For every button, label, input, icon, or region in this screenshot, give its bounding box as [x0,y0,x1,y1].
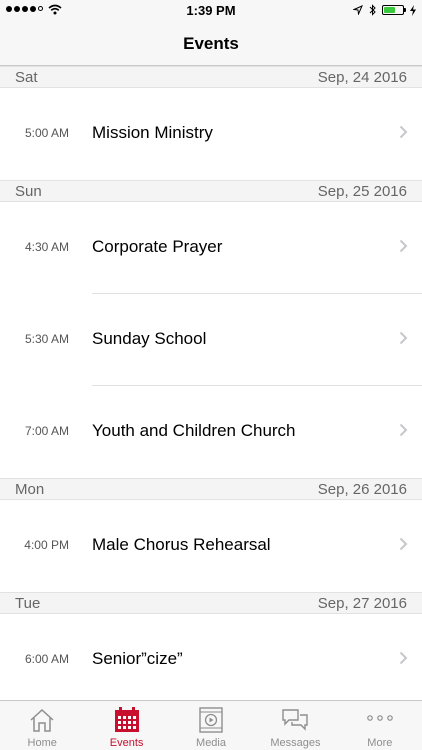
tab-label: Events [109,737,144,749]
location-arrow-icon [353,5,363,15]
navigation-bar: Events [0,22,422,66]
section-date: Sep, 24 2016 [317,69,407,86]
event-name: Corporate Prayer [92,237,223,256]
chevron-right-icon [399,125,408,144]
section-date: Sep, 27 2016 [317,595,407,612]
tab-events[interactable]: Events [84,701,168,750]
event-row[interactable]: 4:00 PM Male Chorus Rehearsal [0,500,422,592]
event-time: 7:00 AM [24,424,69,438]
event-time: 5:30 AM [24,332,69,346]
event-time: 6:00 AM [24,652,69,666]
event-time: 5:00 AM [24,126,69,140]
tab-messages[interactable]: Messages [253,701,337,750]
event-time: 4:00 PM [24,538,69,552]
event-row[interactable]: 5:30 AM Sunday School [0,294,422,386]
event-row[interactable]: 5:00 AM Mission Ministry [0,88,422,180]
charging-bolt-icon [410,4,416,16]
event-row[interactable]: 4:30 AM Corporate Prayer [0,202,422,294]
section-day: Sun [15,183,42,200]
section-day: Sat [15,69,38,86]
home-icon [30,708,54,732]
calendar-icon [114,707,139,732]
event-name: Mission Ministry [92,123,213,142]
chat-bubbles-icon [282,709,309,731]
section-day: Mon [15,481,45,498]
section-date: Sep, 26 2016 [317,481,407,498]
chevron-right-icon [399,537,408,556]
chevron-right-icon [399,331,408,350]
tab-bar: Home Events Media Messages More [0,700,422,750]
tab-home[interactable]: Home [0,701,84,750]
tab-label: Home [27,737,57,749]
page-title: Events [183,34,239,53]
chevron-right-icon [399,651,408,670]
event-row[interactable]: 6:00 AM Senior”cize” [0,614,422,706]
more-dots-icon [367,715,393,721]
status-bar: 1:39 PM [0,0,422,22]
battery-icon [382,5,406,15]
event-time: 4:30 AM [24,240,69,254]
section-day: Tue [15,595,41,612]
bluetooth-icon [369,4,376,16]
media-play-icon [199,707,223,733]
event-name: Sunday School [92,329,207,348]
chevron-right-icon [399,239,408,258]
tab-media[interactable]: Media [169,701,253,750]
tab-label: More [367,737,393,749]
chevron-right-icon [399,423,408,442]
event-name: Senior”cize” [92,649,183,668]
events-list[interactable]: Sat Sep, 24 2016 5:00 AM Mission Ministry Su… [0,66,422,706]
tab-more[interactable]: More [338,701,422,750]
event-name: Male Chorus Rehearsal [92,535,271,554]
section-header: Sat Sep, 24 2016 [0,66,422,88]
section-date: Sep, 25 2016 [317,183,407,200]
event-row[interactable]: 7:00 AM Youth and Children Church [0,386,422,478]
section-header: Mon Sep, 26 2016 [0,478,422,500]
tab-label: Messages [270,737,321,749]
event-name: Youth and Children Church [92,421,296,440]
section-header: Tue Sep, 27 2016 [0,592,422,614]
tab-label: Media [196,737,226,749]
section-header: Sun Sep, 25 2016 [0,180,422,202]
